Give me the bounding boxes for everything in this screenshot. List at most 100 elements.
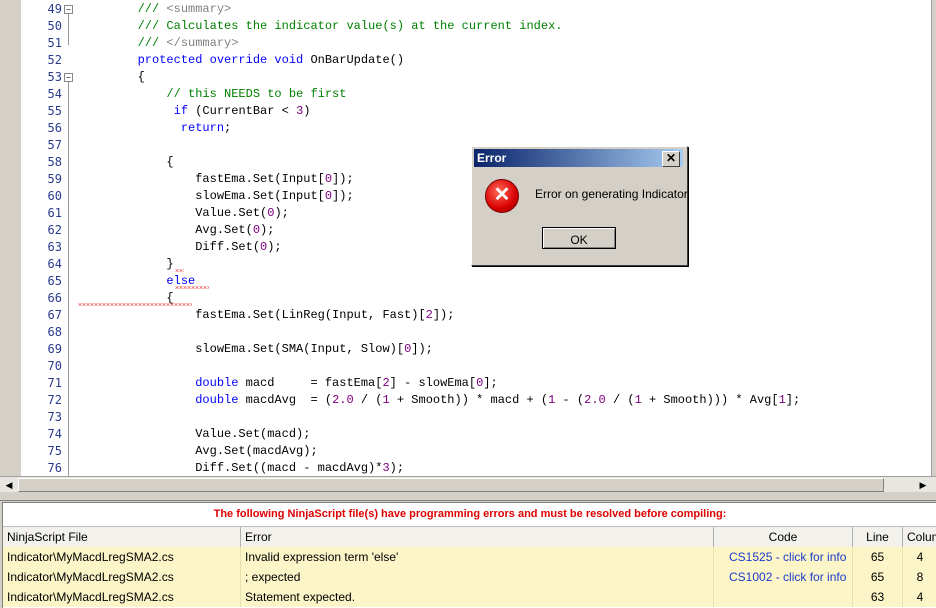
code-line[interactable]: 61 Value.Set(0);: [0, 205, 936, 222]
code-line[interactable]: 75 Avg.Set(macdAvg);: [0, 443, 936, 460]
code-token: ]);: [432, 308, 455, 322]
code-token: 1: [382, 393, 390, 407]
scroll-right-icon[interactable]: ▶: [916, 478, 930, 492]
code-token: 1: [778, 393, 786, 407]
code-line[interactable]: 54 // this NEEDS to be first: [0, 86, 936, 103]
code-line[interactable]: 58 {: [0, 154, 936, 171]
error-row[interactable]: Indicator\MyMacdLregSMA2.cs ; expected C…: [3, 567, 936, 588]
code-token: slowEma.Set(Input[: [80, 189, 325, 203]
code-line[interactable]: 60 slowEma.Set(Input[0]);: [0, 188, 936, 205]
column-header-error[interactable]: Error: [241, 527, 714, 547]
code-line[interactable]: 52 protected override void OnBarUpdate(): [0, 52, 936, 69]
error-code-link[interactable]: CS1002 - click for info: [714, 567, 853, 587]
close-icon[interactable]: ✕: [662, 151, 680, 167]
code-line[interactable]: 62 Avg.Set(0);: [0, 222, 936, 239]
line-number: 53: [47, 70, 62, 84]
vertical-scrollbar[interactable]: [931, 0, 936, 476]
dialog-title-bar[interactable]: Error ✕: [474, 149, 683, 167]
line-number: 75: [47, 444, 62, 458]
code-line[interactable]: 56 return;: [0, 120, 936, 137]
code-line[interactable]: 74 Value.Set(macd);: [0, 426, 936, 443]
code-token: / (: [353, 393, 383, 407]
code-text: {: [80, 154, 173, 171]
code-token: + Smooth)) * macd + (: [389, 393, 549, 407]
code-token: Value.Set(macd);: [80, 427, 311, 441]
code-line[interactable]: 64 }: [0, 256, 936, 273]
error-list-panel: The following NinjaScript file(s) have p…: [2, 502, 936, 608]
code-token: 0: [252, 223, 261, 237]
code-text: return;: [80, 120, 231, 137]
column-header-file[interactable]: NinjaScript File: [3, 527, 241, 547]
line-number: 64: [47, 257, 62, 271]
line-number: 59: [47, 172, 62, 186]
error-code-link[interactable]: [714, 587, 853, 607]
error-row[interactable]: Indicator\MyMacdLregSMA2.cs Statement ex…: [3, 587, 936, 608]
error-line: 65: [853, 567, 903, 587]
code-line[interactable]: 69 slowEma.Set(SMA(Input, Slow)[0]);: [0, 341, 936, 358]
code-line[interactable]: 71 double macd = fastEma[2] - slowEma[0]…: [0, 375, 936, 392]
error-line: 63: [853, 587, 903, 607]
code-line[interactable]: 49− /// <summary>: [0, 1, 936, 18]
scrollbar-thumb[interactable]: [18, 478, 884, 492]
code-token: 2: [382, 376, 390, 390]
line-number: 54: [47, 87, 62, 101]
code-token: );: [260, 223, 275, 237]
line-number: 61: [47, 206, 62, 220]
code-token: slowEma.Set(SMA(Input, Slow)[: [80, 342, 405, 356]
code-text: Value.Set(0);: [80, 205, 289, 222]
code-line[interactable]: 73: [0, 409, 936, 426]
code-text: Diff.Set((macd - macdAvg)*3);: [80, 460, 404, 476]
panel-splitter[interactable]: [0, 492, 936, 501]
horizontal-scrollbar[interactable]: ◀ ▶: [0, 476, 936, 493]
code-line[interactable]: 59 fastEma.Set(Input[0]);: [0, 171, 936, 188]
code-line[interactable]: 67 fastEma.Set(LinReg(Input, Fast)[2]);: [0, 307, 936, 324]
error-column: 4: [916, 550, 924, 564]
error-file: Indicator\MyMacdLregSMA2.cs: [3, 547, 241, 567]
line-number: 73: [47, 410, 62, 424]
code-line[interactable]: 50 /// Calculates the indicator value(s)…: [0, 18, 936, 35]
code-line[interactable]: 55 if (CurrentBar < 3): [0, 103, 936, 120]
code-token: ;: [224, 121, 232, 135]
code-token: 1: [634, 393, 642, 407]
error-list-header: NinjaScript File Error Code Line Colum: [3, 526, 936, 548]
code-line[interactable]: 51 /// </summary>: [0, 35, 936, 52]
error-file: Indicator\MyMacdLregSMA2.cs: [3, 587, 241, 607]
column-header-line[interactable]: Line: [853, 527, 903, 547]
code-text: }: [80, 256, 173, 273]
code-token: /// </summary>: [80, 36, 239, 50]
column-header-column[interactable]: Colum: [903, 527, 936, 547]
code-line[interactable]: 53− {: [0, 69, 936, 86]
collapse-icon[interactable]: −: [64, 73, 73, 82]
code-line[interactable]: 65 else: [0, 273, 936, 290]
code-token: {: [80, 70, 145, 84]
code-editor[interactable]: 49− /// <summary> 50 /// Calculates the i…: [0, 0, 936, 476]
code-token: ): [303, 104, 311, 118]
code-line[interactable]: 72 double macdAvg = (2.0 / (1 + Smooth))…: [0, 392, 936, 409]
error-row[interactable]: Indicator\MyMacdLregSMA2.cs Invalid expr…: [3, 547, 936, 568]
code-line[interactable]: 70: [0, 358, 936, 375]
line-number: 63: [47, 240, 62, 254]
code-line[interactable]: 68: [0, 324, 936, 341]
code-line[interactable]: 57: [0, 137, 936, 154]
code-text: Value.Set(macd);: [80, 426, 310, 443]
code-line[interactable]: 76 Diff.Set((macd - macdAvg)*3);: [0, 460, 936, 476]
error-code-link[interactable]: CS1525 - click for info: [714, 547, 853, 567]
code-text: if (CurrentBar < 3): [80, 103, 311, 120]
collapse-icon[interactable]: −: [64, 5, 73, 14]
code-text: double macd = fastEma[2] - slowEma[0];: [80, 375, 497, 392]
line-number: 55: [47, 104, 62, 118]
code-text: /// Calculates the indicator value(s) at…: [80, 18, 563, 35]
code-line[interactable]: 63 Diff.Set(0);: [0, 239, 936, 256]
code-token: if: [173, 104, 189, 118]
code-token: Avg.Set(: [80, 223, 253, 237]
scroll-left-icon[interactable]: ◀: [2, 478, 16, 492]
code-text: /// </summary>: [80, 35, 239, 52]
line-number: 71: [47, 376, 62, 390]
line-number: 51: [47, 36, 62, 50]
ok-button[interactable]: OK: [542, 227, 616, 249]
error-message: Invalid expression term 'else': [241, 547, 714, 567]
column-header-code[interactable]: Code: [714, 527, 853, 547]
code-token: /// <summary>: [80, 2, 232, 16]
